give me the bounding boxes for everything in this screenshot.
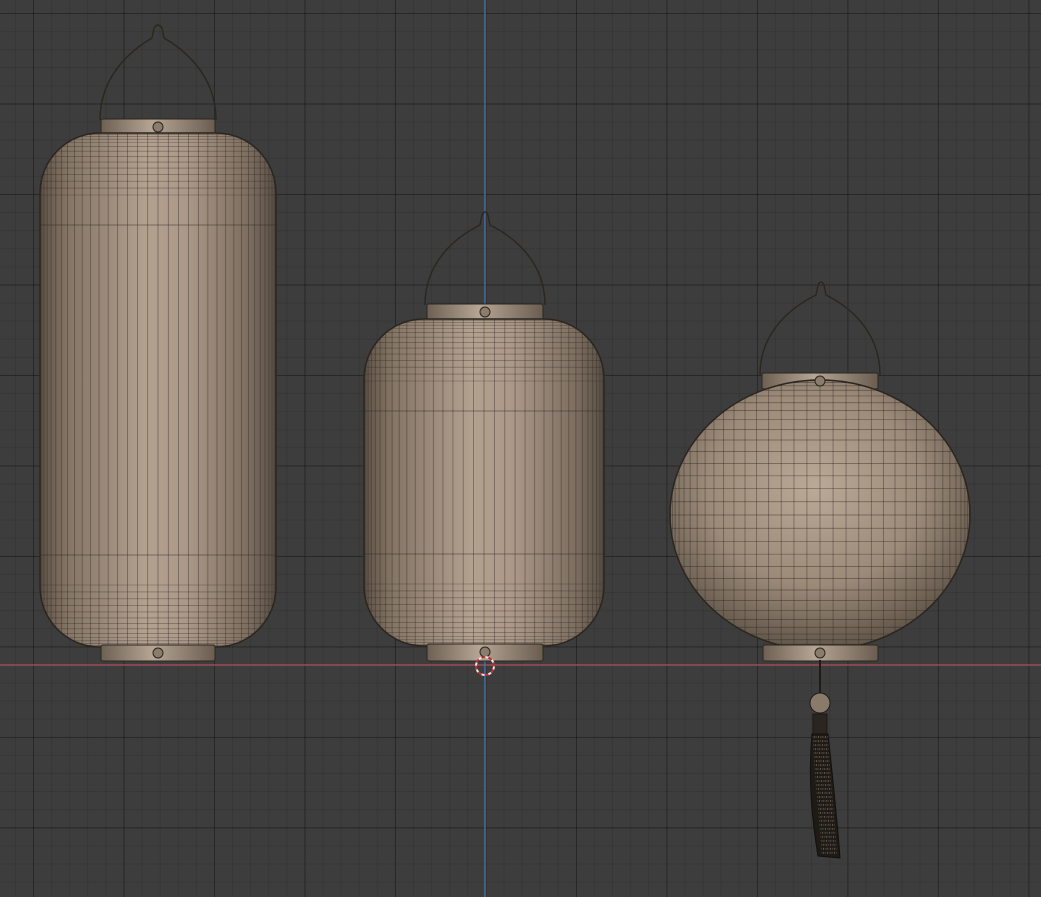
- lantern-tall-bottom-knob: [152, 647, 164, 659]
- scene-canvas[interactable]: [0, 0, 1041, 897]
- tassel-cap: [812, 713, 828, 735]
- lantern-tall-handle: [99, 24, 217, 121]
- lantern-round[interactable]: [669, 281, 971, 859]
- lantern-round-bottom-knob: [814, 647, 826, 659]
- lantern-round-handle: [759, 281, 881, 376]
- 3d-viewport[interactable]: [0, 0, 1041, 897]
- lantern-medium-top-knob: [479, 306, 491, 318]
- lantern-medium-bottom-knob: [479, 646, 491, 658]
- tassel-bead: [809, 692, 831, 714]
- lantern-round-top-knob: [814, 375, 826, 387]
- lantern-tall-top-knob: [152, 121, 164, 133]
- lantern-medium[interactable]: [363, 211, 605, 662]
- lantern-tall[interactable]: [39, 24, 277, 662]
